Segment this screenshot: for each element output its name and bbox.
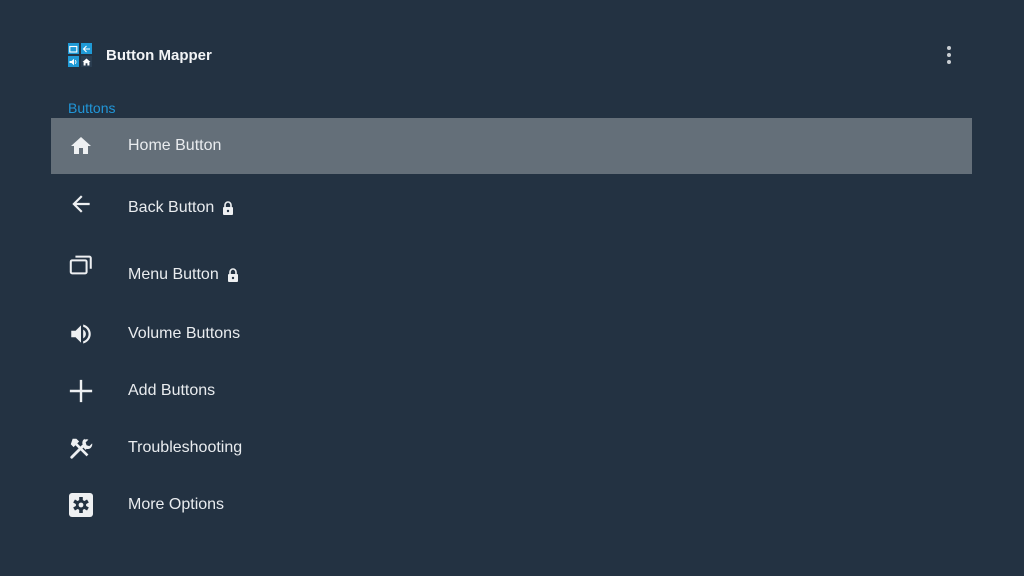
menu-item-label: More Options xyxy=(128,495,225,513)
settings-box-icon xyxy=(68,492,94,518)
menu-item-label: Back Button xyxy=(128,199,215,216)
app-title: Button Mapper xyxy=(106,46,212,64)
menu-item-label: Add Buttons xyxy=(128,381,216,399)
menu-item-troubleshooting[interactable]: Troubleshooting xyxy=(51,419,972,476)
menu-item-label: Volume Buttons xyxy=(128,324,241,342)
menu-item-label: Home Button xyxy=(128,137,222,154)
menu-item-more-options[interactable]: More Options xyxy=(51,476,972,533)
button-mapper-logo-icon xyxy=(68,43,92,67)
lock-icon xyxy=(227,268,239,282)
more-vert-dot xyxy=(947,60,951,64)
more-vert-dot xyxy=(947,53,951,57)
menu-item-home-button[interactable]: Home Button xyxy=(51,118,972,174)
menu-item-volume-buttons[interactable]: Volume Buttons xyxy=(51,305,972,362)
more-vert-icon xyxy=(947,46,951,50)
home-icon xyxy=(68,133,94,159)
app-header: Button Mapper xyxy=(68,43,212,67)
menu-item-menu-button[interactable]: Menu Button xyxy=(51,246,972,305)
arrow-back-icon xyxy=(68,191,94,217)
lock-icon xyxy=(222,201,234,215)
recents-icon xyxy=(68,252,94,278)
plus-icon xyxy=(68,378,94,404)
overflow-menu-button[interactable] xyxy=(940,44,958,66)
buttons-menu-list: Home Button Back Button Menu Button Volu… xyxy=(51,118,972,533)
menu-item-add-buttons[interactable]: Add Buttons xyxy=(51,362,972,419)
section-header: Buttons xyxy=(68,100,116,116)
menu-item-back-button[interactable]: Back Button xyxy=(51,174,972,246)
menu-item-label: Troubleshooting xyxy=(128,438,243,456)
volume-icon xyxy=(68,321,94,347)
menu-item-label: Menu Button xyxy=(128,266,219,283)
tools-icon xyxy=(68,435,94,461)
